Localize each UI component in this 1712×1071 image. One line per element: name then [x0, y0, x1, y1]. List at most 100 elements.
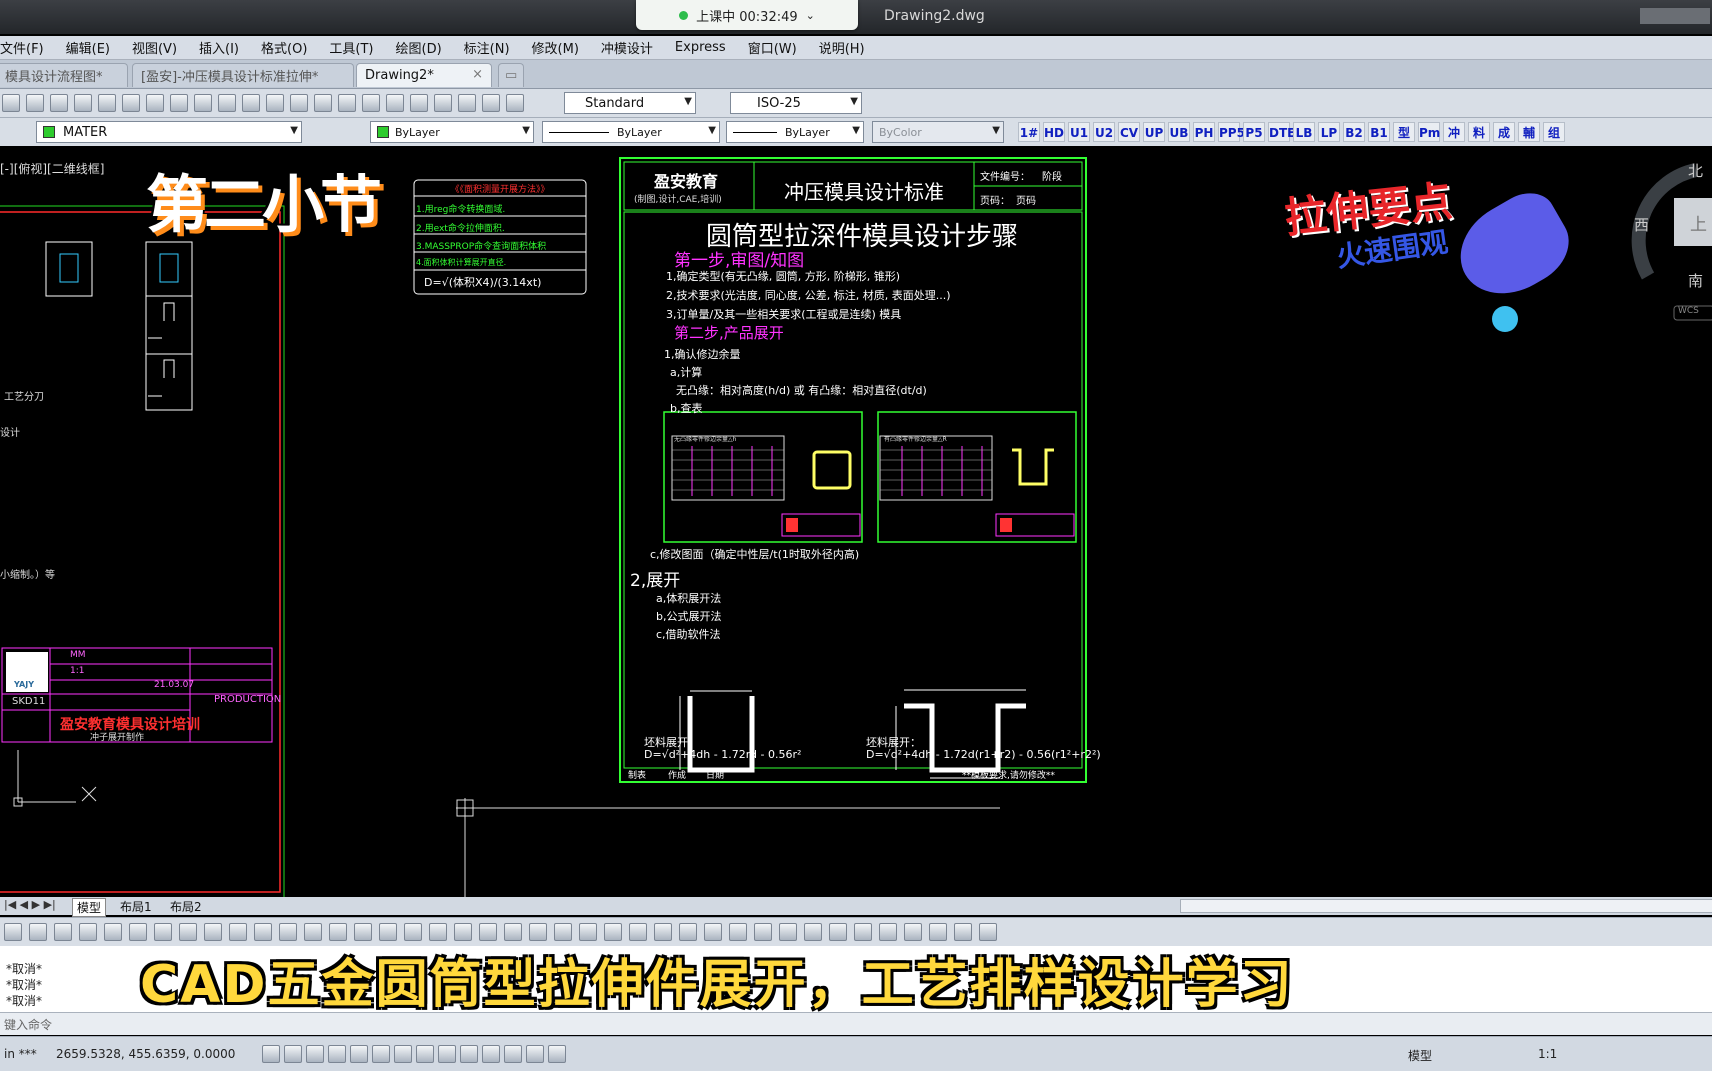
annotation-scale[interactable]: 1:1 [1538, 1047, 1557, 1061]
tab-standard[interactable]: [盈安]-冲压模具设计标准拉伸* [132, 63, 354, 87]
layout-tab-1[interactable]: 布局1 [116, 898, 156, 915]
toolbar-button-16[interactable] [362, 94, 380, 112]
toolbar-button-10[interactable] [218, 94, 236, 112]
toolbar-button-20[interactable] [458, 94, 476, 112]
draw-tool-button-29[interactable] [704, 923, 722, 941]
color-select[interactable]: ByLayer ▼ [370, 121, 534, 143]
status-toggle-button-5[interactable] [350, 1045, 368, 1063]
draw-tool-button-20[interactable] [479, 923, 497, 941]
layout-tab-model[interactable]: 模型 [72, 898, 107, 917]
cad-plugin-button-1[interactable]: 1# [1018, 122, 1040, 142]
status-toggle-button-12[interactable] [504, 1045, 522, 1063]
layout-tab-2[interactable]: 布局2 [166, 898, 206, 915]
status-toggle-button-10[interactable] [460, 1045, 478, 1063]
menu-format[interactable]: 格式(O) [261, 38, 307, 57]
status-toggle-button-6[interactable] [372, 1045, 390, 1063]
coordinate-readout[interactable]: 2659.5328, 455.6359, 0.0000 [56, 1047, 235, 1061]
menu-die-design[interactable]: 冲模设计 [601, 38, 653, 57]
status-toggle-button-2[interactable] [284, 1045, 302, 1063]
status-toggle-button-1[interactable] [262, 1045, 280, 1063]
cad-plugin-button-18[interactable]: 冲 [1443, 122, 1465, 142]
status-toggle-button-8[interactable] [416, 1045, 434, 1063]
draw-tool-button-4[interactable] [79, 923, 97, 941]
draw-tool-button-34[interactable] [829, 923, 847, 941]
cad-plugin-button-6[interactable]: UP [1143, 122, 1165, 142]
toolbar-button-12[interactable] [266, 94, 284, 112]
drawing-canvas[interactable]: [-][俯视][二维线框] 工艺分刀 设计 小缩制。）等 盈安教育模具设计培训 … [0, 146, 1712, 898]
text-style-select[interactable]: Standard ▼ [564, 92, 696, 114]
status-toggle-button-14[interactable] [548, 1045, 566, 1063]
menu-modify[interactable]: 修改(M) [532, 38, 579, 57]
draw-tool-button-17[interactable] [404, 923, 422, 941]
toolbar-button-5[interactable] [98, 94, 116, 112]
draw-tool-button-38[interactable] [929, 923, 947, 941]
menu-view[interactable]: 视图(V) [132, 38, 177, 57]
draw-tool-button-7[interactable] [154, 923, 172, 941]
draw-tool-button-33[interactable] [804, 923, 822, 941]
dim-style-select[interactable]: ISO-25 ▼ [730, 92, 862, 114]
class-status-pill[interactable]: 上课中 00:32:49 ⌄ [636, 0, 858, 30]
viewcube-south[interactable]: 南 [1688, 270, 1703, 291]
viewport-label[interactable]: [-][俯视][二维线框] [0, 160, 104, 177]
draw-tool-button-18[interactable] [429, 923, 447, 941]
toolbar-button-22[interactable] [506, 94, 524, 112]
cad-plugin-button-11[interactable]: DTE [1268, 122, 1295, 142]
cad-plugin-button-14[interactable]: B2 [1343, 122, 1365, 142]
wcs-menu[interactable]: WCS [1678, 306, 1699, 316]
toolbar-button-14[interactable] [314, 94, 332, 112]
draw-tool-button-8[interactable] [179, 923, 197, 941]
draw-tool-button-26[interactable] [629, 923, 647, 941]
draw-tool-button-19[interactable] [454, 923, 472, 941]
viewcube-north[interactable]: 北 [1688, 160, 1703, 181]
cad-plugin-button-21[interactable]: 輔 [1518, 122, 1540, 142]
draw-tool-button-35[interactable] [854, 923, 872, 941]
draw-tool-button-2[interactable] [29, 923, 47, 941]
viewcube-west[interactable]: 西 [1634, 214, 1649, 235]
draw-tool-button-30[interactable] [729, 923, 747, 941]
tab-flowchart[interactable]: 模具设计流程图* [0, 63, 128, 87]
cad-plugin-button-13[interactable]: LP [1318, 122, 1340, 142]
toolbar-button-6[interactable] [122, 94, 140, 112]
draw-tool-button-40[interactable] [979, 923, 997, 941]
draw-tool-button-36[interactable] [879, 923, 897, 941]
status-toggle-button-4[interactable] [328, 1045, 346, 1063]
cad-plugin-button-9[interactable]: PP5 [1218, 122, 1245, 142]
draw-tool-button-16[interactable] [379, 923, 397, 941]
draw-tool-button-31[interactable] [754, 923, 772, 941]
close-icon[interactable]: × [472, 67, 483, 82]
status-toggle-button-3[interactable] [306, 1045, 324, 1063]
cad-plugin-button-15[interactable]: B1 [1368, 122, 1390, 142]
toolbar-button-9[interactable] [194, 94, 212, 112]
toolbar-button-21[interactable] [482, 94, 500, 112]
draw-tool-button-22[interactable] [529, 923, 547, 941]
chevron-down-icon[interactable]: ⌄ [806, 9, 815, 22]
toolbar-button-19[interactable] [434, 94, 452, 112]
model-space-button[interactable]: 模型 [1408, 1047, 1432, 1064]
cad-plugin-button-2[interactable]: HD [1043, 122, 1065, 142]
new-tab-button[interactable]: ▭ [498, 63, 524, 87]
draw-tool-button-5[interactable] [104, 923, 122, 941]
draw-tool-button-15[interactable] [354, 923, 372, 941]
cad-plugin-button-3[interactable]: U1 [1068, 122, 1090, 142]
draw-tool-button-14[interactable] [329, 923, 347, 941]
cad-plugin-button-10[interactable]: P5 [1243, 122, 1265, 142]
menu-help[interactable]: 说明(H) [819, 38, 865, 57]
draw-tool-button-3[interactable] [54, 923, 72, 941]
draw-tool-button-37[interactable] [904, 923, 922, 941]
viewcube-top[interactable]: 上 [1690, 210, 1707, 235]
status-toggle-button-13[interactable] [526, 1045, 544, 1063]
draw-tool-button-27[interactable] [654, 923, 672, 941]
toolbar-button-2[interactable] [26, 94, 44, 112]
menu-edit[interactable]: 编辑(E) [66, 38, 110, 57]
toolbar-button-18[interactable] [410, 94, 428, 112]
status-toggle-button-11[interactable] [482, 1045, 500, 1063]
menu-file[interactable]: 文件(F) [0, 38, 44, 57]
window-controls[interactable] [1640, 8, 1710, 24]
draw-tool-button-12[interactable] [279, 923, 297, 941]
status-toggle-button-7[interactable] [394, 1045, 412, 1063]
cad-plugin-button-4[interactable]: U2 [1093, 122, 1115, 142]
menu-dimension[interactable]: 标注(N) [464, 38, 510, 57]
menu-tools[interactable]: 工具(T) [329, 38, 373, 57]
menu-draw[interactable]: 绘图(D) [396, 38, 442, 57]
linetype-select[interactable]: ByLayer ▼ [542, 121, 720, 143]
